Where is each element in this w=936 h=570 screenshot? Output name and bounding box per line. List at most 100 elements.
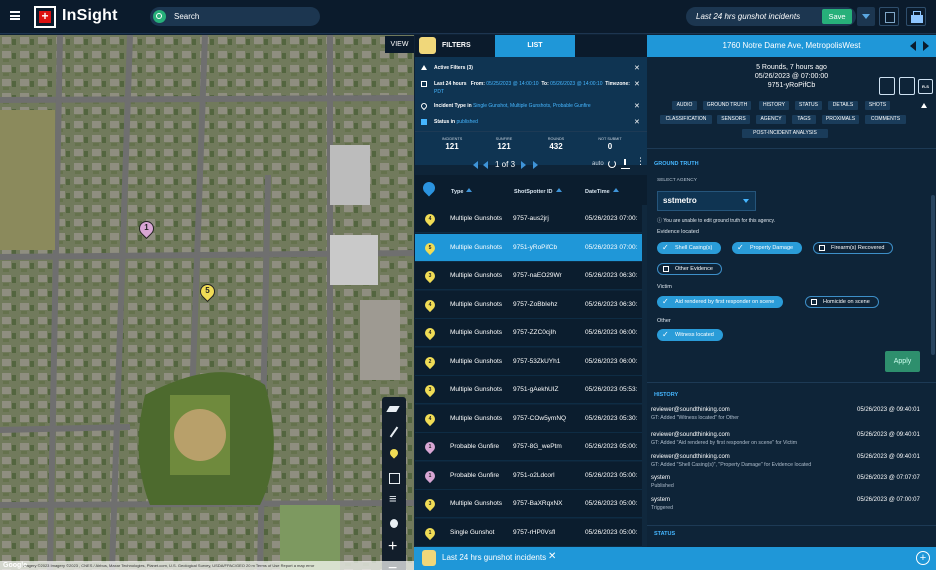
table-row[interactable]: 5 Multiple Gunshots 9751-yRoPifCb 05/26/202… xyxy=(415,233,642,262)
incident-datetime: 05/26/2023 06:00: xyxy=(585,357,638,365)
heatmap-icon[interactable] xyxy=(387,471,401,485)
tab-details[interactable]: DETAILS xyxy=(828,101,858,110)
insight-logo: + xyxy=(34,6,56,28)
saved-search-label: Last 24 hrs gunshot incidents xyxy=(696,12,801,21)
tab-history[interactable]: HISTORY xyxy=(759,101,789,110)
menu-icon[interactable] xyxy=(10,11,20,20)
tab-list[interactable]: LIST xyxy=(495,35,575,57)
table-row[interactable]: 3 Multiple Gunshots 9751-gAekhUIZ 05/26/202… xyxy=(415,376,642,404)
agency-select[interactable]: sstmetro xyxy=(657,191,756,211)
zoom-in-icon[interactable] xyxy=(387,538,401,556)
collapse-tabs-icon[interactable] xyxy=(921,103,927,108)
stat-incidents: INCIDENTS 121 xyxy=(441,137,463,151)
saved-search-box[interactable]: Last 24 hrs gunshot incidents Save xyxy=(686,7,856,26)
table-row[interactable]: 1 Single Gunshot 9757-rHP0Vsfl 05/26/2023 0… xyxy=(415,518,642,547)
incident-type: Multiple Gunshots xyxy=(450,329,503,336)
history-title: HISTORY xyxy=(654,392,679,398)
table-row[interactable]: 3 Multiple Gunshots 9757-BaXRqxNX 05/26/202… xyxy=(415,490,642,518)
collapse-icon[interactable] xyxy=(421,65,427,70)
history-user: reviewer@soundthinking.com xyxy=(651,432,730,438)
table-row[interactable]: 3 Multiple Gunshots 9757-naEO29Wr 05/26/202… xyxy=(415,262,642,290)
satellite-map[interactable]: 1 5 xyxy=(0,35,414,570)
tab-comments[interactable]: COMMENTS xyxy=(865,115,906,124)
remove-filter-icon[interactable]: ✕ xyxy=(634,102,640,110)
table-row[interactable]: 2 Multiple Gunshots 9757-53ZkUYh1 05/26/202… xyxy=(415,347,642,376)
view-button[interactable]: VIEW xyxy=(385,36,414,53)
refresh-icon[interactable] xyxy=(608,160,616,168)
incident-type: Single Gunshot xyxy=(450,528,495,536)
checkbox-icon xyxy=(421,119,427,125)
tab-tags[interactable]: TAGS xyxy=(792,115,816,124)
evidence-chip[interactable]: Shell Casing(s) xyxy=(657,242,722,254)
sort-icon xyxy=(612,188,619,192)
checkbox-icon xyxy=(737,242,744,253)
clipboard-icon[interactable] xyxy=(879,77,895,95)
tab-status[interactable]: STATUS xyxy=(795,101,822,110)
more-options-icon[interactable]: ⋮ xyxy=(636,157,645,166)
sort-icon xyxy=(466,188,473,192)
rs-icon[interactable]: R-S xyxy=(918,79,933,94)
table-row[interactable]: 4 Multiple Gunshots 9757-aus2jrj 05/26/2023… xyxy=(415,205,642,233)
next-page-icon[interactable] xyxy=(521,161,526,169)
incident-rounds-count: 3 xyxy=(428,501,432,507)
tab-audio[interactable]: AUDIO xyxy=(672,101,697,110)
save-button[interactable]: Save xyxy=(822,9,852,24)
map-attribution: Imagery ©2023 Imagery ©2023 , CNES / Air… xyxy=(0,561,414,570)
evidence-chip[interactable]: Other Evidence xyxy=(657,263,722,275)
evidence-label: Evidence located xyxy=(657,229,699,235)
layers-icon[interactable] xyxy=(387,403,401,417)
table-row[interactable]: 1 Probable Gunfire 9757-8G_wePtm 05/26/2023… xyxy=(415,433,642,461)
tab-proximals[interactable]: PROXIMALS xyxy=(822,115,859,124)
marker-icon[interactable] xyxy=(387,447,401,461)
incident-rounds-count: 4 xyxy=(428,415,432,422)
column-type[interactable]: Type xyxy=(451,188,473,195)
victim-chip[interactable]: Homicide on scene xyxy=(805,296,879,308)
table-row[interactable]: 4 Multiple Gunshots 9757-ZoBbIehz 05/26/202… xyxy=(415,290,642,319)
incident-rounds-count: 1 xyxy=(428,444,432,450)
remove-filter-icon[interactable]: ✕ xyxy=(634,80,640,88)
tab-agency[interactable]: AGENCY xyxy=(756,115,786,124)
calendar-icon[interactable] xyxy=(879,7,899,26)
report-icon[interactable] xyxy=(899,77,915,95)
detail-scrollbar[interactable] xyxy=(931,195,935,355)
table-row[interactable]: 4 Multiple Gunshots 9757-COw5ymNQ 05/26/202… xyxy=(415,404,642,433)
clear-filters-icon[interactable]: ✕ xyxy=(634,64,640,72)
prev-page-icon[interactable] xyxy=(483,161,488,169)
tab-post-incident-analysis[interactable]: POST-INCIDENT ANALYSIS xyxy=(742,129,828,138)
list-icon[interactable] xyxy=(387,491,401,508)
column-id[interactable]: ShotSpotter ID xyxy=(514,188,562,195)
saved-search-dropdown-icon[interactable] xyxy=(857,7,875,26)
history-detail: Published xyxy=(651,483,674,489)
table-row[interactable]: 4 Multiple Gunshots 9757-ZZC0cjIh 05/26/202… xyxy=(415,319,642,347)
add-tab-icon[interactable]: + xyxy=(916,551,930,565)
remove-filter-icon[interactable]: ✕ xyxy=(634,118,640,126)
last-page-icon[interactable] xyxy=(533,161,538,169)
search-input[interactable] xyxy=(174,10,314,23)
tab-sensors[interactable]: SENSORS xyxy=(717,115,750,124)
close-tab-icon[interactable]: ✕ xyxy=(548,551,556,562)
table-row[interactable]: 1 Probable Gunfire 9751-o2Ldcorl 05/26/2023… xyxy=(415,461,642,490)
incident-rounds-count: 4 xyxy=(428,216,432,222)
tab-ground-truth[interactable]: GROUND TRUTH xyxy=(703,101,751,110)
download-icon[interactable] xyxy=(621,159,630,169)
search-icon[interactable] xyxy=(153,10,166,23)
tab-shots[interactable]: SHOTS xyxy=(865,101,890,110)
tab-classification[interactable]: CLASSIFICATION xyxy=(660,115,712,124)
next-incident-icon[interactable] xyxy=(923,41,929,51)
calendar-icon xyxy=(421,81,427,87)
draw-icon[interactable] xyxy=(387,425,401,439)
search-box[interactable] xyxy=(150,7,320,26)
evidence-chip[interactable]: Firearm(s) Recovered xyxy=(813,242,894,254)
prev-incident-icon[interactable] xyxy=(910,41,916,51)
victim-chip[interactable]: Aid rendered by first responder on scene xyxy=(657,296,784,308)
print-icon[interactable] xyxy=(906,7,926,26)
tab-filters[interactable]: FILTERS xyxy=(415,35,495,57)
first-page-icon[interactable] xyxy=(473,161,478,169)
other-chip[interactable]: Witness located xyxy=(657,329,723,341)
lightbulb-icon[interactable] xyxy=(387,518,401,532)
saved-search-tab[interactable]: Last 24 hrs gunshot incidents ✕ xyxy=(418,548,558,568)
column-date[interactable]: DateTime xyxy=(585,188,619,195)
apply-button[interactable]: Apply xyxy=(885,351,920,372)
evidence-chip[interactable]: Property Damage xyxy=(732,242,803,254)
history-user: reviewer@soundthinking.com xyxy=(651,407,730,413)
